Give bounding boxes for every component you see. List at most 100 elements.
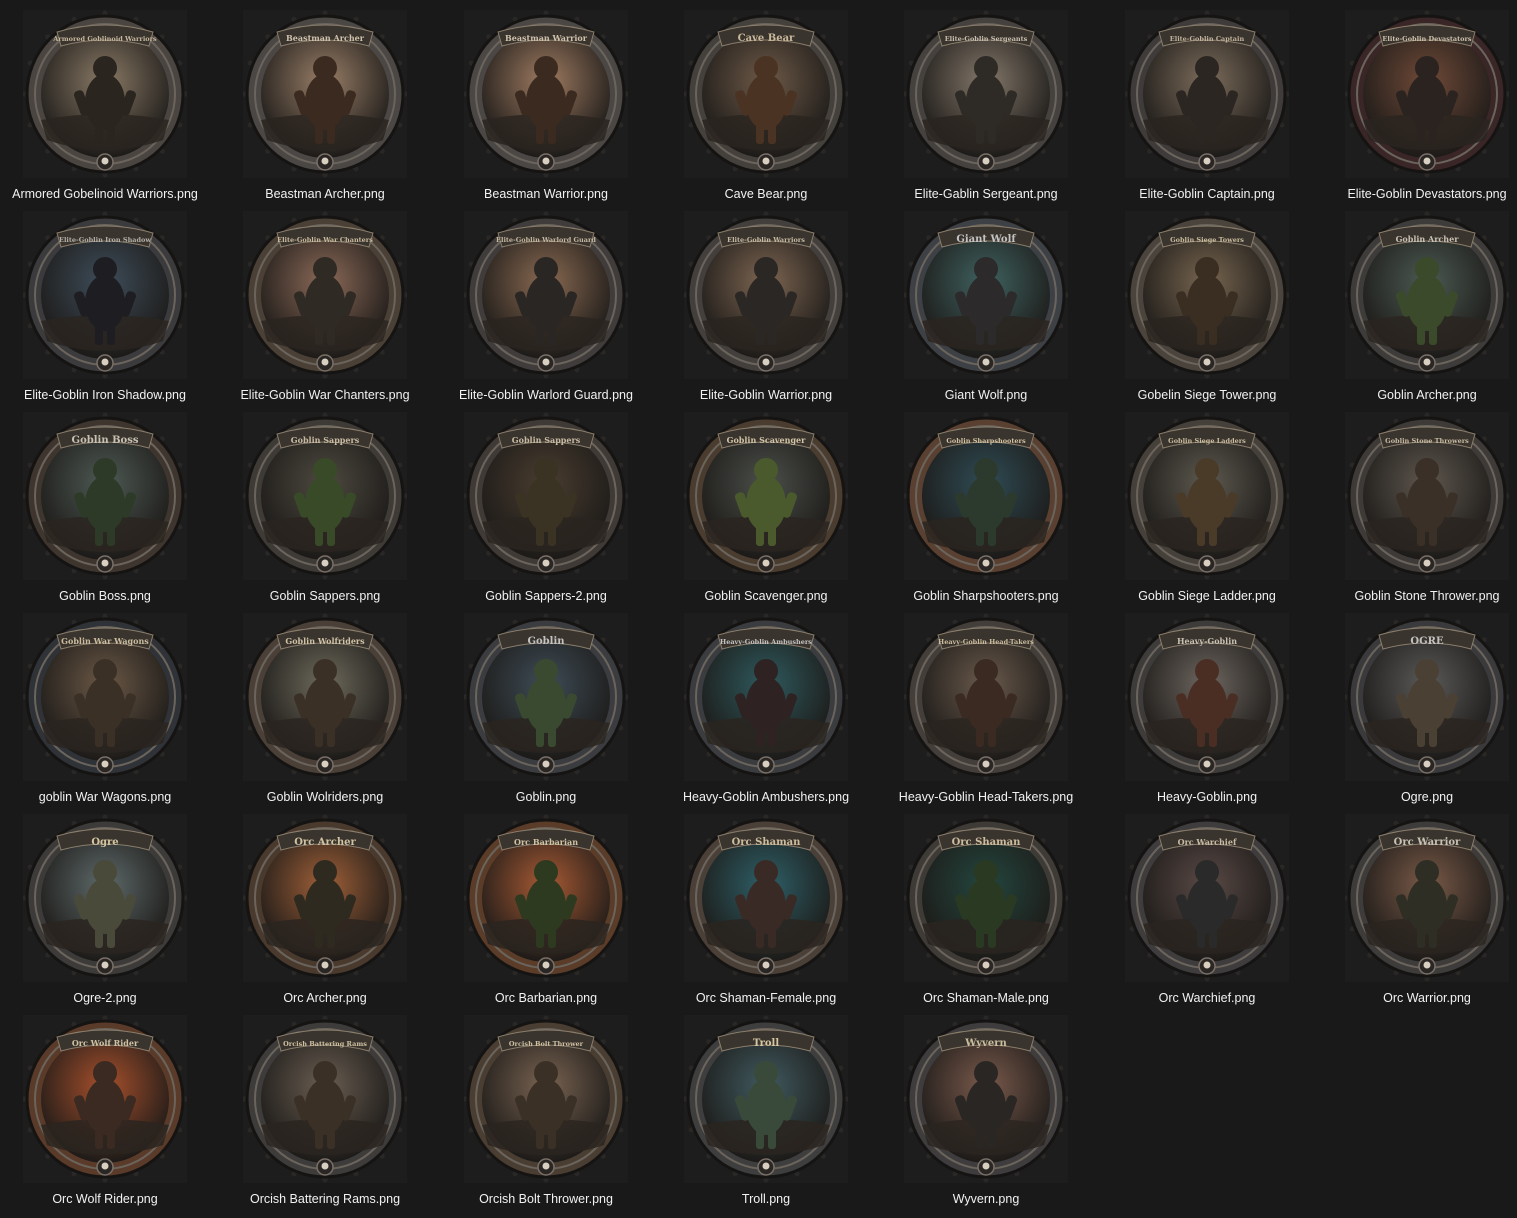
file-item[interactable]: Goblin Archer Goblin Archer.png [1322, 201, 1517, 402]
file-name: Goblin Boss.png [59, 589, 151, 603]
file-thumbnail: OGRE [1345, 613, 1509, 781]
file-item[interactable]: Cave Bear Cave Bear.png [661, 0, 871, 201]
banner-text: Elite-Goblin War Chanters [277, 236, 373, 244]
file-name: Goblin Wolriders.png [266, 790, 384, 804]
banner-text: Goblin Sappers [512, 435, 581, 445]
banner-text: Goblin [527, 636, 565, 647]
file-item[interactable]: Troll Troll.png [661, 1005, 871, 1206]
file-item[interactable]: Beastman Archer Beastman Archer.png [220, 0, 430, 201]
file-thumbnail: Ogre [23, 814, 187, 982]
file-item[interactable]: Ogre Ogre-2.png [0, 804, 210, 1005]
file-item[interactable]: Orcish Bolt Thrower Orcish Bolt Thrower.p… [441, 1005, 651, 1206]
file-name: Goblin Stone Thrower.png [1354, 589, 1500, 603]
file-item[interactable]: Orc Wolf Rider Orc Wolf Rider.png [0, 1005, 210, 1206]
file-item[interactable]: Orc Barbarian Orc Barbarian.png [441, 804, 651, 1005]
file-thumbnail: Goblin Wolfriders [243, 613, 407, 781]
banner-text: Heavy-Goblin Head-Takers [938, 638, 1034, 646]
file-thumbnail: Heavy-Goblin Head-Takers [904, 613, 1068, 781]
file-name: Heavy-Goblin.png [1156, 790, 1258, 804]
file-item[interactable]: Heavy-Goblin Heavy-Goblin.png [1102, 603, 1312, 804]
file-thumbnail: Elite-Goblin Warlord Guard [464, 211, 628, 379]
file-item[interactable]: Goblin Siege Towers Gobelin Siege Tower.p… [1102, 201, 1312, 402]
file-name: Armored Gobelinoid Warriors.png [12, 187, 198, 201]
file-thumbnail: Orc Warrior [1345, 814, 1509, 982]
file-name: Orc Archer.png [283, 991, 367, 1005]
file-name: Elite-Goblin Iron Shadow.png [24, 388, 186, 402]
banner-text: Goblin Wolfriders [285, 636, 365, 646]
banner-text: Heavy-Goblin Ambushers [720, 638, 812, 646]
file-thumbnail: Elite-Goblin Iron Shadow [23, 211, 187, 379]
file-item[interactable]: Goblin Sappers Goblin Sappers.png [220, 402, 430, 603]
file-item[interactable]: Goblin Boss Goblin Boss.png [0, 402, 210, 603]
file-thumbnail: Goblin Archer [1345, 211, 1509, 379]
banner-text: Goblin War Wagons [61, 636, 149, 646]
file-item[interactable]: Armored Goblinoid Warriors Armored Gobeli… [0, 0, 210, 201]
file-name: Goblin Scavenger.png [704, 589, 828, 603]
file-item[interactable]: Elite-Goblin Sergeants Elite-Gablin Serge… [881, 0, 1091, 201]
banner-text: Orc Archer [294, 837, 356, 848]
file-thumbnail: Elite-Goblin Devastators [1345, 10, 1509, 178]
file-thumbnail: Goblin Sappers [243, 412, 407, 580]
file-item[interactable]: Goblin Siege Ladders Goblin Siege Ladder.… [1102, 402, 1312, 603]
file-thumbnail: Goblin Siege Towers [1125, 211, 1289, 379]
file-item[interactable]: Wyvern Wyvern.png [881, 1005, 1091, 1206]
banner-text: Goblin Boss [72, 435, 139, 446]
file-item[interactable]: Goblin Goblin.png [441, 603, 651, 804]
banner-text: Elite-Goblin Captain [1170, 35, 1245, 43]
file-thumbnail: Beastman Archer [243, 10, 407, 178]
file-item[interactable]: Orcish Battering Rams Orcish Battering Ra… [220, 1005, 430, 1206]
file-thumbnail: Goblin [464, 613, 628, 781]
file-item[interactable]: Beastman Warrior Beastman Warrior.png [441, 0, 651, 201]
file-item[interactable]: Heavy-Goblin Ambushers Heavy-Goblin Ambus… [661, 603, 871, 804]
file-item[interactable]: Goblin Sappers Goblin Sappers-2.png [441, 402, 651, 603]
file-thumbnail: Orc Shaman [684, 814, 848, 982]
file-name: Elite-Goblin Warrior.png [699, 388, 833, 402]
file-item[interactable]: Elite-Goblin Devastators Elite-Goblin Dev… [1322, 0, 1517, 201]
file-item[interactable]: Orc Shaman Orc Shaman-Female.png [661, 804, 871, 1005]
file-item[interactable]: Goblin Wolfriders Goblin Wolriders.png [220, 603, 430, 804]
file-name: Heavy-Goblin Head-Takers.png [898, 790, 1074, 804]
file-item[interactable]: Elite-Goblin War Chanters Elite-Goblin Wa… [220, 201, 430, 402]
file-item[interactable]: Goblin Scavenger Goblin Scavenger.png [661, 402, 871, 603]
file-item[interactable]: Orc Archer Orc Archer.png [220, 804, 430, 1005]
file-thumbnail: Goblin Stone Throwers [1345, 412, 1509, 580]
file-item[interactable]: Orc Warrior Orc Warrior.png [1322, 804, 1517, 1005]
banner-text: Elite-Goblin Iron Shadow [59, 236, 151, 244]
banner-text: Orc Warchief [1178, 837, 1237, 847]
file-item[interactable]: Elite-Goblin Iron Shadow Elite-Goblin Iro… [0, 201, 210, 402]
file-name: Goblin Sharpshooters.png [913, 589, 1059, 603]
file-thumbnail: Orc Archer [243, 814, 407, 982]
banner-text: Armored Goblinoid Warriors [52, 35, 157, 43]
file-name: Heavy-Goblin Ambushers.png [682, 790, 850, 804]
file-thumbnail: Wyvern [904, 1015, 1068, 1183]
file-name: Elite-Goblin War Chanters.png [240, 388, 410, 402]
file-item[interactable]: Giant Wolf Giant Wolf.png [881, 201, 1091, 402]
file-item[interactable]: Orc Warchief Orc Warchief.png [1102, 804, 1312, 1005]
file-item[interactable]: Elite-Goblin Warlord Guard Elite-Goblin W… [441, 201, 651, 402]
file-item[interactable]: Goblin Sharpshooters Goblin Sharpshooters… [881, 402, 1091, 603]
file-thumbnail: Goblin War Wagons [23, 613, 187, 781]
file-item[interactable]: OGRE Ogre.png [1322, 603, 1517, 804]
file-item[interactable]: Goblin War Wagons goblin War Wagons.png [0, 603, 210, 804]
file-name: Beastman Warrior.png [484, 187, 608, 201]
file-name: Elite-Goblin Devastators.png [1347, 187, 1507, 201]
banner-text: Orcish Bolt Thrower [509, 1040, 584, 1048]
file-item[interactable]: Heavy-Goblin Head-Takers Heavy-Goblin Hea… [881, 603, 1091, 804]
file-name: Orcish Bolt Thrower.png [479, 1192, 613, 1206]
file-item[interactable]: Goblin Stone Throwers Goblin Stone Throwe… [1322, 402, 1517, 603]
file-item[interactable]: Orc Shaman Orc Shaman-Male.png [881, 804, 1091, 1005]
file-thumbnail: Orc Shaman [904, 814, 1068, 982]
file-name: Goblin Siege Ladder.png [1138, 589, 1276, 603]
file-name: Troll.png [741, 1192, 791, 1206]
file-name: Goblin Archer.png [1377, 388, 1477, 402]
file-name: Cave Bear.png [724, 187, 808, 201]
file-thumbnail: Elite-Goblin Warriors [684, 211, 848, 379]
file-item[interactable]: Elite-Goblin Captain Elite-Goblin Captain… [1102, 0, 1312, 201]
file-thumbnail: Orc Wolf Rider [23, 1015, 187, 1183]
file-name: Gobelin Siege Tower.png [1137, 388, 1277, 402]
banner-text: Elite-Goblin Sergeants [945, 35, 1028, 43]
file-thumbnail: Giant Wolf [904, 211, 1068, 379]
file-item[interactable]: Elite-Goblin Warriors Elite-Goblin Warrio… [661, 201, 871, 402]
banner-text: Orc Warrior [1394, 837, 1461, 848]
file-thumbnail: Beastman Warrior [464, 10, 628, 178]
